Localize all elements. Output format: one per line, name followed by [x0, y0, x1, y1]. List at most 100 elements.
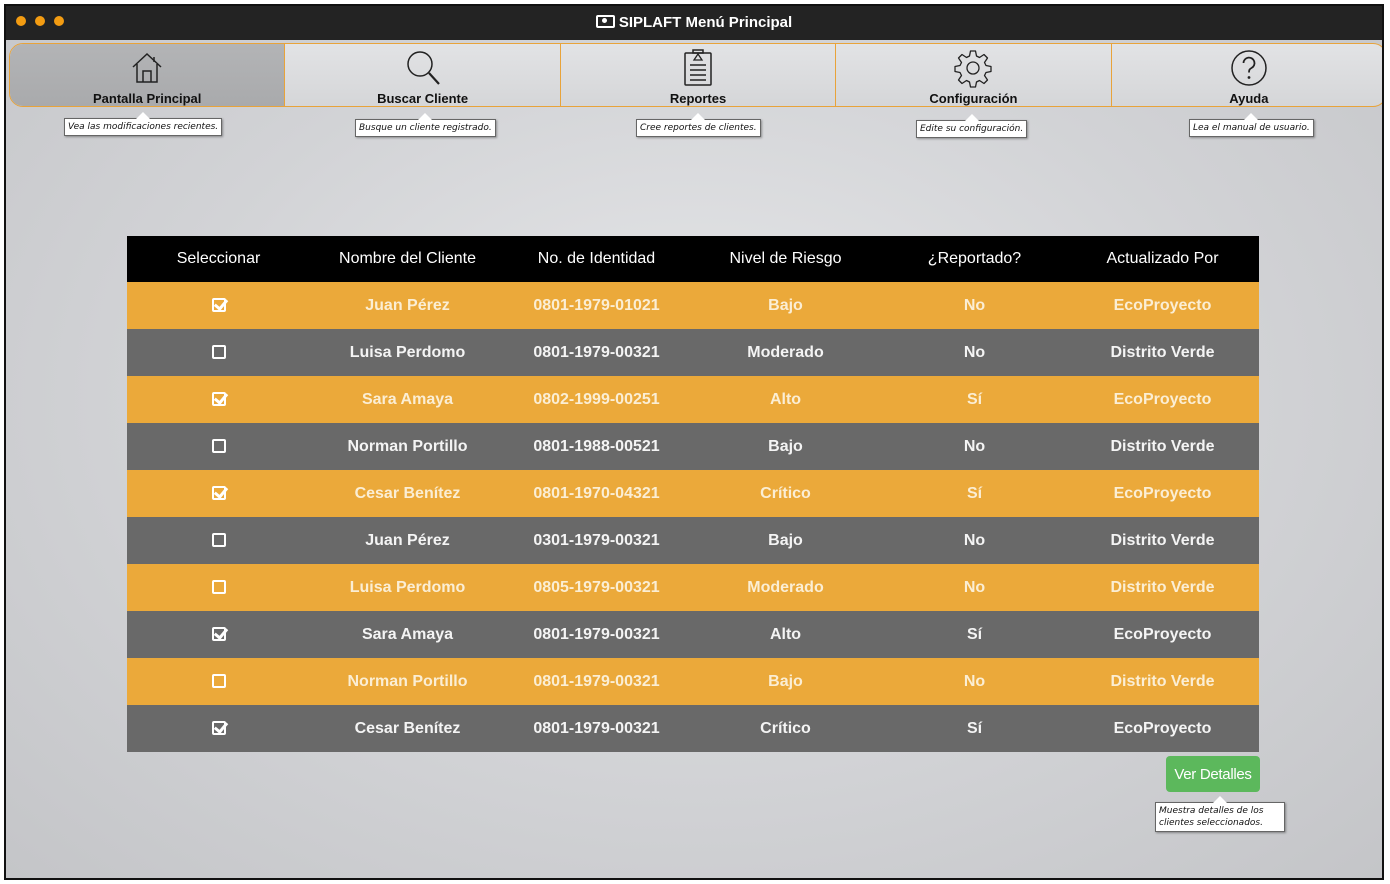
- column-header[interactable]: ¿Reportado?: [883, 236, 1066, 282]
- table-row[interactable]: Luisa Perdomo 0805-1979-00321 Moderado N…: [127, 564, 1259, 611]
- select-cell: [127, 517, 310, 564]
- tooltip-buscar-cliente: Busque un cliente registrado.: [355, 119, 496, 137]
- risk-cell: Bajo: [688, 658, 883, 705]
- name-cell: Norman Portillo: [310, 423, 505, 470]
- nav-item-buscar-cliente[interactable]: Buscar Cliente: [285, 44, 561, 106]
- nav-label: Buscar Cliente: [377, 91, 469, 106]
- id-cell: 0801-1979-00321: [505, 329, 688, 376]
- reported-cell: No: [883, 564, 1066, 611]
- risk-cell: Alto: [688, 611, 883, 658]
- updated-by-cell: EcoProyecto: [1066, 470, 1259, 517]
- id-cell: 0801-1979-00321: [505, 658, 688, 705]
- help-icon: [1231, 50, 1267, 86]
- risk-cell: Crítico: [688, 705, 883, 752]
- table-row[interactable]: Juan Pérez 0301-1979-00321 Bajo No Distr…: [127, 517, 1259, 564]
- select-cell: [127, 376, 310, 423]
- risk-cell: Alto: [688, 376, 883, 423]
- table-row[interactable]: Cesar Benítez 0801-1970-04321 Crítico Sí…: [127, 470, 1259, 517]
- row-checkbox[interactable]: [211, 721, 226, 736]
- table-row[interactable]: Juan Pérez 0801-1979-01021 Bajo No EcoPr…: [127, 282, 1259, 329]
- reported-cell: Sí: [883, 705, 1066, 752]
- reported-cell: No: [883, 658, 1066, 705]
- name-cell: Cesar Benítez: [310, 705, 505, 752]
- reported-cell: No: [883, 517, 1066, 564]
- row-checkbox[interactable]: [211, 345, 226, 360]
- table-row[interactable]: Norman Portillo 0801-1979-00321 Bajo No …: [127, 658, 1259, 705]
- id-cell: 0801-1979-01021: [505, 282, 688, 329]
- select-cell: [127, 329, 310, 376]
- nav-label: Reportes: [669, 91, 727, 106]
- nav-label: Configuración: [929, 91, 1018, 106]
- id-cell: 0801-1970-04321: [505, 470, 688, 517]
- tooltip-ver-detalles: Muestra detalles de los clientes selecci…: [1155, 802, 1285, 832]
- home-icon: [132, 52, 162, 83]
- row-checkbox[interactable]: [211, 298, 226, 313]
- name-cell: Juan Pérez: [310, 282, 505, 329]
- tooltip-reportes: Cree reportes de clientes.: [636, 119, 761, 137]
- updated-by-cell: EcoProyecto: [1066, 376, 1259, 423]
- risk-cell: Bajo: [688, 517, 883, 564]
- search-icon: [406, 51, 440, 85]
- nav-item-pantalla-principal[interactable]: Pantalla Principal: [10, 44, 286, 106]
- select-cell: [127, 282, 310, 329]
- app-window: SIPLAFT Menú Principal Pantalla Principa…: [4, 4, 1384, 880]
- gear-icon: [954, 50, 993, 88]
- nav-label: Ayuda: [1229, 91, 1269, 106]
- column-header[interactable]: Nombre del Cliente: [310, 236, 505, 282]
- tooltip-configuracion: Edite su configuración.: [916, 120, 1028, 138]
- nav-item-configuracion[interactable]: Configuración: [836, 44, 1112, 106]
- row-checkbox[interactable]: [211, 627, 226, 642]
- title-bar: SIPLAFT Menú Principal: [6, 6, 1382, 40]
- name-cell: Norman Portillo: [310, 658, 505, 705]
- main-navigation: Pantalla Principal Buscar Cliente Report…: [9, 43, 1382, 107]
- select-cell: [127, 611, 310, 658]
- column-header[interactable]: Nivel de Riesgo: [688, 236, 883, 282]
- window-title: SIPLAFT Menú Principal: [6, 6, 1382, 40]
- updated-by-cell: Distrito Verde: [1066, 517, 1259, 564]
- row-checkbox[interactable]: [211, 486, 226, 501]
- tooltip-ayuda: Lea el manual de usuario.: [1189, 119, 1314, 137]
- column-header[interactable]: Seleccionar: [127, 236, 310, 282]
- money-icon: [595, 15, 615, 28]
- table-row[interactable]: Luisa Perdomo 0801-1979-00321 Moderado N…: [127, 329, 1259, 376]
- column-header[interactable]: No. de Identidad: [505, 236, 688, 282]
- clipboard-icon: [684, 49, 712, 86]
- row-checkbox[interactable]: [211, 580, 226, 595]
- nav-item-reportes[interactable]: Reportes: [561, 44, 837, 106]
- row-checkbox[interactable]: [211, 674, 226, 689]
- name-cell: Luisa Perdomo: [310, 329, 505, 376]
- clients-table: Seleccionar Nombre del Cliente No. de Id…: [127, 236, 1259, 752]
- table-row[interactable]: Norman Portillo 0801-1988-00521 Bajo No …: [127, 423, 1259, 470]
- name-cell: Sara Amaya: [310, 376, 505, 423]
- id-cell: 0801-1979-00321: [505, 705, 688, 752]
- reported-cell: Sí: [883, 611, 1066, 658]
- ver-detalles-button[interactable]: Ver Detalles: [1166, 756, 1260, 792]
- select-cell: [127, 705, 310, 752]
- row-checkbox[interactable]: [211, 439, 226, 454]
- row-checkbox[interactable]: [211, 392, 226, 407]
- window-title-text: SIPLAFT Menú Principal: [618, 14, 793, 31]
- updated-by-cell: Distrito Verde: [1066, 658, 1259, 705]
- updated-by-cell: EcoProyecto: [1066, 611, 1259, 658]
- reported-cell: No: [883, 423, 1066, 470]
- id-cell: 0801-1979-00321: [505, 611, 688, 658]
- reported-cell: Sí: [883, 470, 1066, 517]
- risk-cell: Crítico: [688, 470, 883, 517]
- reported-cell: No: [883, 282, 1066, 329]
- risk-cell: Moderado: [688, 564, 883, 611]
- row-checkbox[interactable]: [211, 533, 226, 548]
- select-cell: [127, 658, 310, 705]
- name-cell: Cesar Benítez: [310, 470, 505, 517]
- select-cell: [127, 564, 310, 611]
- reported-cell: Sí: [883, 376, 1066, 423]
- updated-by-cell: Distrito Verde: [1066, 329, 1259, 376]
- table-row[interactable]: Sara Amaya 0801-1979-00321 Alto Sí EcoPr…: [127, 611, 1259, 658]
- column-header[interactable]: Actualizado Por: [1066, 236, 1259, 282]
- table-row[interactable]: Cesar Benítez 0801-1979-00321 Crítico Sí…: [127, 705, 1259, 752]
- nav-item-ayuda[interactable]: Ayuda: [1112, 44, 1382, 106]
- name-cell: Juan Pérez: [310, 517, 505, 564]
- risk-cell: Bajo: [688, 423, 883, 470]
- select-cell: [127, 423, 310, 470]
- table-row[interactable]: Sara Amaya 0802-1999-00251 Alto Sí EcoPr…: [127, 376, 1259, 423]
- updated-by-cell: EcoProyecto: [1066, 705, 1259, 752]
